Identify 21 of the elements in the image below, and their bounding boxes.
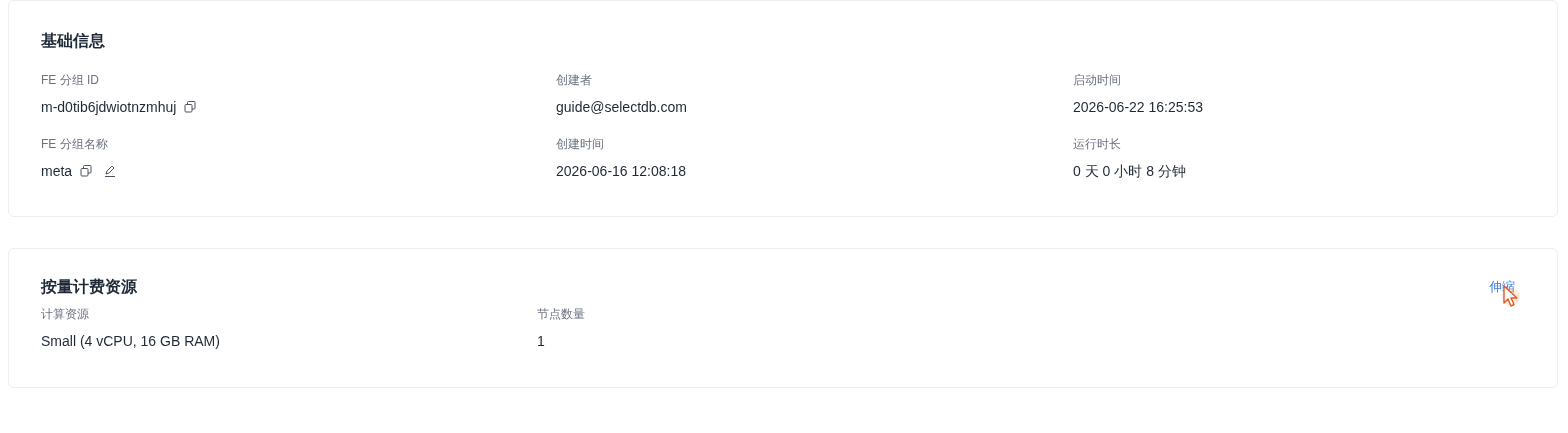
field-label: FE 分组名称 xyxy=(41,137,109,151)
field-label: 运行时长 xyxy=(1073,137,1122,151)
copy-icon[interactable] xyxy=(184,101,197,113)
field-value: guide@selectdb.com xyxy=(556,99,687,115)
field-value: 1 xyxy=(537,333,545,349)
field-label: 节点数量 xyxy=(537,307,586,321)
field-label: 启动时间 xyxy=(1073,73,1122,87)
field-value: Small (4 vCPU, 16 GB RAM) xyxy=(41,333,220,349)
field-value: meta xyxy=(41,163,73,179)
field-value: 2026-06-22 16:25:53 xyxy=(1073,99,1203,115)
copy-icon[interactable] xyxy=(80,165,93,177)
field-label: 创建时间 xyxy=(556,137,605,151)
field-label: 计算资源 xyxy=(41,307,90,321)
field-label: FE 分组 ID xyxy=(41,73,100,87)
field-value: m-d0tib6jdwiotnzmhuj xyxy=(41,99,177,115)
field-value: 0 天 0 小时 8 分钟 xyxy=(1073,163,1186,179)
edit-icon[interactable] xyxy=(104,165,117,177)
section-title: 按量计费资源 xyxy=(41,277,137,297)
field-label: 创建者 xyxy=(556,73,593,87)
section-title: 基础信息 xyxy=(41,31,106,51)
field-value: 2026-06-16 12:08:18 xyxy=(556,163,686,179)
